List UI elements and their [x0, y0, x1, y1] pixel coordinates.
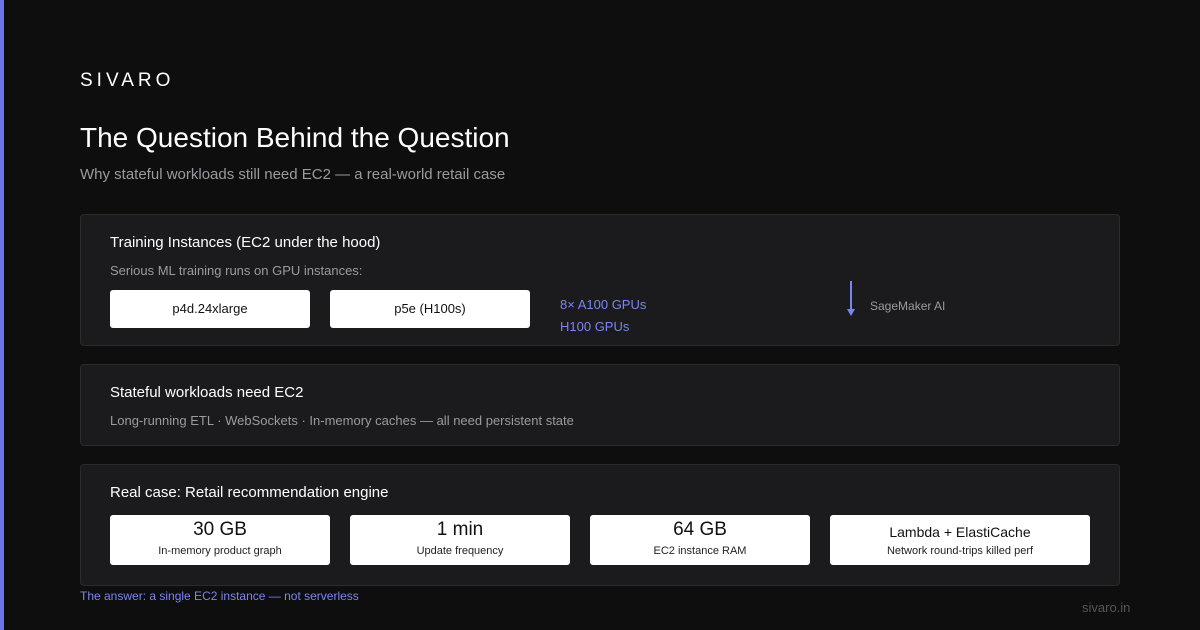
training-instances-card: Training Instances (EC2 under the hood) … [80, 214, 1120, 346]
gpu-note-h100: H100 GPUs [560, 319, 630, 334]
footer-url: sivaro.in [1082, 600, 1131, 615]
stat-card-graph: 30 GB In-memory product graph [110, 515, 330, 565]
stat-label: EC2 instance RAM [653, 545, 747, 557]
stat-value: Lambda + ElastiCache [889, 524, 1031, 540]
answer-callout: The answer: a single EC2 instance — not … [80, 589, 359, 603]
stat-card-lambda: Lambda + ElastiCache Network round-trips… [830, 515, 1090, 565]
stat-value: 64 GB [673, 519, 727, 540]
gpu-note-a100: 8× A100 GPUs [560, 297, 647, 312]
training-card-description: Serious ML training runs on GPU instance… [110, 263, 363, 278]
instance-pill-p4d: p4d.24xlarge [110, 290, 310, 328]
stat-label: In-memory product graph [158, 545, 282, 557]
accent-bar [0, 0, 4, 630]
stat-card-frequency: 1 min Update frequency [350, 515, 570, 565]
sagemaker-label: SageMaker AI [870, 299, 946, 313]
stateful-card-description: Long-running ETL · WebSockets · In-memor… [110, 413, 574, 428]
brand-logo: SIVARO [80, 70, 175, 91]
retail-case-card: Real case: Retail recommendation engine … [80, 464, 1120, 586]
stateful-card-title: Stateful workloads need EC2 [110, 384, 304, 401]
stateful-workloads-card: Stateful workloads need EC2 Long-running… [80, 364, 1120, 446]
training-card-title: Training Instances (EC2 under the hood) [110, 234, 381, 251]
instance-pill-p5e: p5e (H100s) [330, 290, 530, 328]
stat-card-ram: 64 GB EC2 instance RAM [590, 515, 810, 565]
stat-value: 1 min [436, 519, 484, 540]
stat-value: 30 GB [193, 519, 247, 540]
retail-card-title: Real case: Retail recommendation engine [110, 484, 389, 501]
page-subtitle: Why stateful workloads still need EC2 — … [80, 166, 506, 183]
stat-label: Network round-trips killed perf [886, 545, 1034, 557]
stat-label: Update frequency [416, 545, 504, 557]
page-title: The Question Behind the Question [80, 122, 510, 153]
